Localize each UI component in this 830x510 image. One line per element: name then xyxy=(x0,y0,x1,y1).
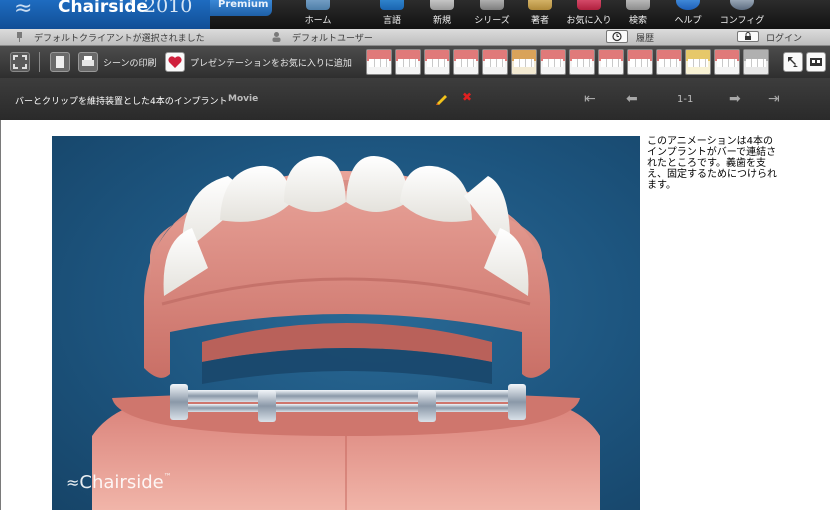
new-icon xyxy=(430,0,454,10)
print-icon[interactable] xyxy=(78,52,98,72)
lock-icon[interactable] xyxy=(737,31,759,42)
animation-viewport[interactable]: ≈Chairside™ xyxy=(52,136,640,510)
implant-bar-animation xyxy=(92,156,600,510)
topic-thumbnail[interactable] xyxy=(366,49,392,75)
nav-author-button[interactable]: 著者 xyxy=(522,0,558,29)
nav-language-button[interactable]: 言語 xyxy=(372,0,412,29)
heart-icon xyxy=(577,0,601,10)
toolbar-divider xyxy=(39,52,40,72)
nav-home-button[interactable]: ホーム xyxy=(298,0,338,29)
gear-icon xyxy=(730,0,754,10)
nav-new-label: 新規 xyxy=(432,16,451,26)
login-link[interactable]: ログイン xyxy=(766,31,802,44)
content-left-border xyxy=(0,120,1,510)
scene-title: バーとクリップを維持装置とした4本のインプラント xyxy=(15,97,228,107)
nav-home-label: ホーム xyxy=(304,16,332,26)
scene-type-label: Movie xyxy=(228,94,259,104)
nav-favorites-label: お気に入り xyxy=(566,16,612,26)
nav-series-button[interactable]: シリーズ xyxy=(470,0,514,29)
topic-thumbnail[interactable] xyxy=(598,49,624,75)
add-to-favorites-button[interactable]: プレゼンテーションをお気に入りに追加 xyxy=(190,56,352,69)
logo-registered: ® xyxy=(129,0,136,6)
last-scene-icon[interactable]: ⇥ xyxy=(768,91,780,107)
topic-thumbnail[interactable] xyxy=(627,49,653,75)
scene-title-bar: バーとクリップを維持装置とした4本のインプラント Movie ✖ ⇤ ⬅ 1-1… xyxy=(0,78,830,120)
expand-icon[interactable] xyxy=(783,52,803,72)
scene-toolbar: シーンの印刷 プレゼンテーションをお気に入りに追加 xyxy=(0,46,830,78)
nav-author-label: 著者 xyxy=(530,16,549,26)
language-icon xyxy=(380,0,404,10)
fullscreen-icon[interactable] xyxy=(10,52,30,72)
author-icon xyxy=(528,0,552,10)
chairside-logo: ≈ Chairside ® 2010 xyxy=(0,0,210,29)
nav-config-button[interactable]: コンフィグ xyxy=(720,0,764,29)
favorite-heart-icon[interactable] xyxy=(165,52,185,72)
user-status-text: デフォルトユーザー xyxy=(292,34,373,44)
print-scene-button[interactable]: シーンの印刷 xyxy=(103,56,157,69)
logo-year: 2010 xyxy=(144,0,193,17)
history-link[interactable]: 履歴 xyxy=(636,31,654,44)
nav-favorites-button[interactable]: お気に入り xyxy=(566,0,612,29)
top-nav-bar: ≈ Chairside ® 2010 Premium ホーム 言語 新規 シリー… xyxy=(0,0,830,29)
home-icon xyxy=(306,0,330,10)
help-icon xyxy=(676,0,700,10)
topic-thumbnail[interactable] xyxy=(395,49,421,75)
presentation-icon[interactable] xyxy=(806,52,826,72)
search-icon xyxy=(626,0,650,10)
previous-scene-icon[interactable]: ⬅ xyxy=(626,91,638,107)
status-bar: デフォルトクライアントが選択されました デフォルトユーザー 履歴 ログイン xyxy=(0,29,830,46)
nav-help-button[interactable]: ヘルプ xyxy=(670,0,706,29)
chairside-watermark: ≈Chairside™ xyxy=(66,472,172,493)
document-icon[interactable] xyxy=(50,52,70,72)
first-scene-icon[interactable]: ⇤ xyxy=(584,91,596,107)
topic-thumbnail[interactable] xyxy=(685,49,711,75)
scene-description: このアニメーションは4本のインプラントがバーで連結されたところです。義歯を支え、… xyxy=(647,136,777,191)
topic-thumbnail[interactable] xyxy=(482,49,508,75)
edit-pencil-icon[interactable] xyxy=(435,93,449,105)
watermark-swoosh-icon: ≈ xyxy=(66,473,80,492)
topic-thumbnail[interactable] xyxy=(714,49,740,75)
topic-thumbnail[interactable] xyxy=(511,49,537,75)
watermark-text: Chairside xyxy=(79,472,164,493)
topic-thumbnail[interactable] xyxy=(453,49,479,75)
nav-language-label: 言語 xyxy=(382,16,401,26)
premium-badge: Premium xyxy=(210,0,272,16)
next-scene-icon[interactable]: ➡ xyxy=(729,91,741,107)
client-pin-icon xyxy=(17,32,22,42)
nav-new-button[interactable]: 新規 xyxy=(422,0,462,29)
nav-config-label: コンフィグ xyxy=(719,16,765,26)
topic-thumbnail[interactable] xyxy=(743,49,769,75)
history-clock-icon[interactable] xyxy=(606,30,628,43)
watermark-tm: ™ xyxy=(163,472,172,481)
topic-thumbnail[interactable] xyxy=(424,49,450,75)
nav-help-label: ヘルプ xyxy=(674,16,702,26)
topic-thumbnail[interactable] xyxy=(540,49,566,75)
nav-series-label: シリーズ xyxy=(474,16,510,26)
topic-thumbnail[interactable] xyxy=(569,49,595,75)
client-status-text: デフォルトクライアントが選択されました xyxy=(34,34,205,44)
nav-search-label: 検索 xyxy=(628,16,647,26)
user-icon xyxy=(272,32,281,42)
scene-counter: 1-1 xyxy=(677,94,694,105)
series-icon xyxy=(480,0,504,10)
topic-thumbnail[interactable] xyxy=(656,49,682,75)
logo-swoosh-icon: ≈ xyxy=(14,0,33,21)
delete-x-icon[interactable]: ✖ xyxy=(462,90,472,104)
nav-search-button[interactable]: 検索 xyxy=(620,0,656,29)
